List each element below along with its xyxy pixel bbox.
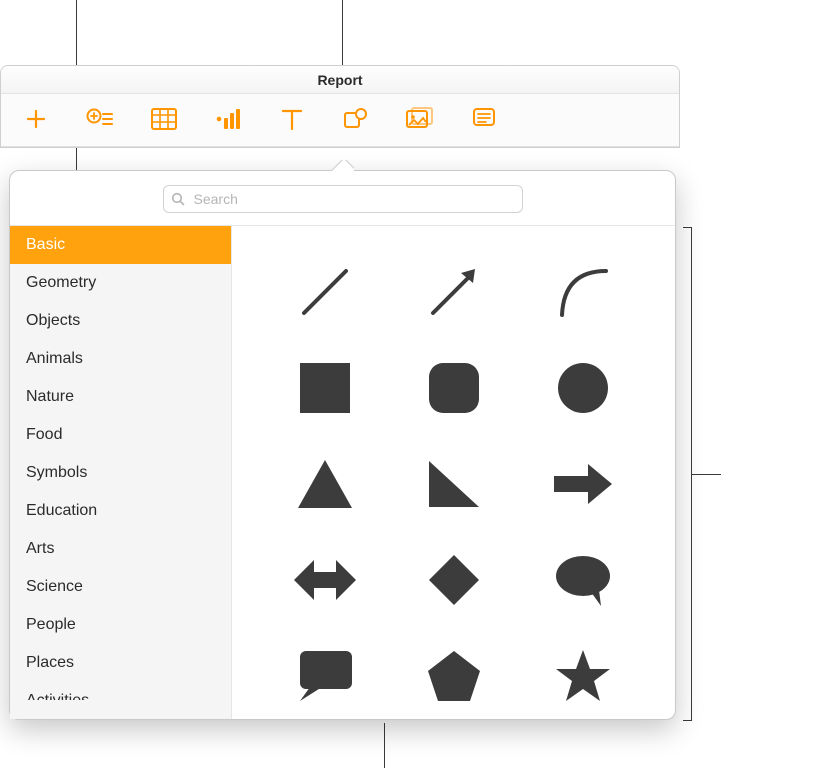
sidebar-item-label: Nature (26, 388, 74, 405)
sidebar-item-food[interactable]: Food (10, 416, 231, 454)
sidebar-item-label: Geometry (26, 274, 96, 291)
popover-arrow (332, 160, 354, 172)
sidebar-item-label: People (26, 616, 76, 633)
shape-button[interactable] (339, 104, 373, 134)
window-title: Report (1, 66, 679, 94)
plus-circle-list-icon (85, 107, 115, 131)
shapes-popover: Basic Geometry Objects Animals Nature Fo… (9, 170, 676, 720)
sidebar-item-label: Activities (26, 692, 89, 700)
sidebar-item-label: Education (26, 502, 97, 519)
shape-star[interactable] (518, 628, 647, 719)
shape-pentagon[interactable] (389, 628, 518, 719)
sidebar-item-basic[interactable]: Basic (10, 226, 231, 264)
callout-line (384, 723, 385, 768)
sidebar-item-places[interactable]: Places (10, 644, 231, 682)
shape-triangle[interactable] (260, 436, 389, 532)
sidebar-item-label: Symbols (26, 464, 87, 481)
sidebar-item-label: Science (26, 578, 83, 595)
shape-line[interactable] (260, 244, 389, 340)
shape-curve[interactable] (518, 244, 647, 340)
sidebar-item-label: Arts (26, 540, 54, 557)
sidebar-item-label: Objects (26, 312, 80, 329)
shape-right-triangle[interactable] (389, 436, 518, 532)
sidebar-item-label: Animals (26, 350, 83, 367)
category-sidebar: Basic Geometry Objects Animals Nature Fo… (10, 226, 232, 719)
sidebar-item-objects[interactable]: Objects (10, 302, 231, 340)
shape-rounded-square[interactable] (389, 340, 518, 436)
sidebar-item-symbols[interactable]: Symbols (10, 454, 231, 492)
sidebar-item-geometry[interactable]: Geometry (10, 264, 231, 302)
shape-callout-rect[interactable] (260, 628, 389, 719)
sidebar-item-arts[interactable]: Arts (10, 530, 231, 568)
app-window: Report (0, 65, 680, 148)
add-button[interactable] (19, 104, 53, 134)
media-icon (406, 107, 434, 131)
search-field (163, 185, 523, 213)
table-button[interactable] (147, 104, 181, 134)
comment-button[interactable] (467, 104, 501, 134)
sidebar-item-nature[interactable]: Nature (10, 378, 231, 416)
shapes-grid (232, 226, 675, 719)
plus-icon (24, 107, 48, 131)
search-input[interactable] (163, 185, 523, 213)
shape-diamond[interactable] (389, 532, 518, 628)
shape-arrow-line[interactable] (389, 244, 518, 340)
sidebar-item-label: Food (26, 426, 62, 443)
bar-chart-icon (215, 108, 241, 130)
sidebar-item-people[interactable]: People (10, 606, 231, 644)
table-icon (151, 108, 177, 130)
shape-arrow-right[interactable] (518, 436, 647, 532)
sidebar-item-label: Basic (26, 236, 65, 253)
sidebar-item-education[interactable]: Education (10, 492, 231, 530)
callout-bracket (682, 227, 692, 721)
toolbar (1, 94, 679, 147)
sidebar-item-animals[interactable]: Animals (10, 340, 231, 378)
shape-icon (343, 107, 369, 131)
text-icon (280, 108, 304, 130)
chart-button[interactable] (211, 104, 245, 134)
search-icon (171, 192, 185, 206)
shape-square[interactable] (260, 340, 389, 436)
insert-button[interactable] (83, 104, 117, 134)
sidebar-item-partial[interactable]: Activities (10, 682, 231, 700)
sidebar-item-science[interactable]: Science (10, 568, 231, 606)
shape-speech-bubble[interactable] (518, 532, 647, 628)
sidebar-item-label: Places (26, 654, 74, 671)
media-button[interactable] (403, 104, 437, 134)
text-button[interactable] (275, 104, 309, 134)
shape-circle[interactable] (518, 340, 647, 436)
shape-double-arrow[interactable] (260, 532, 389, 628)
search-bar (10, 171, 675, 225)
comment-lines-icon (472, 107, 496, 131)
